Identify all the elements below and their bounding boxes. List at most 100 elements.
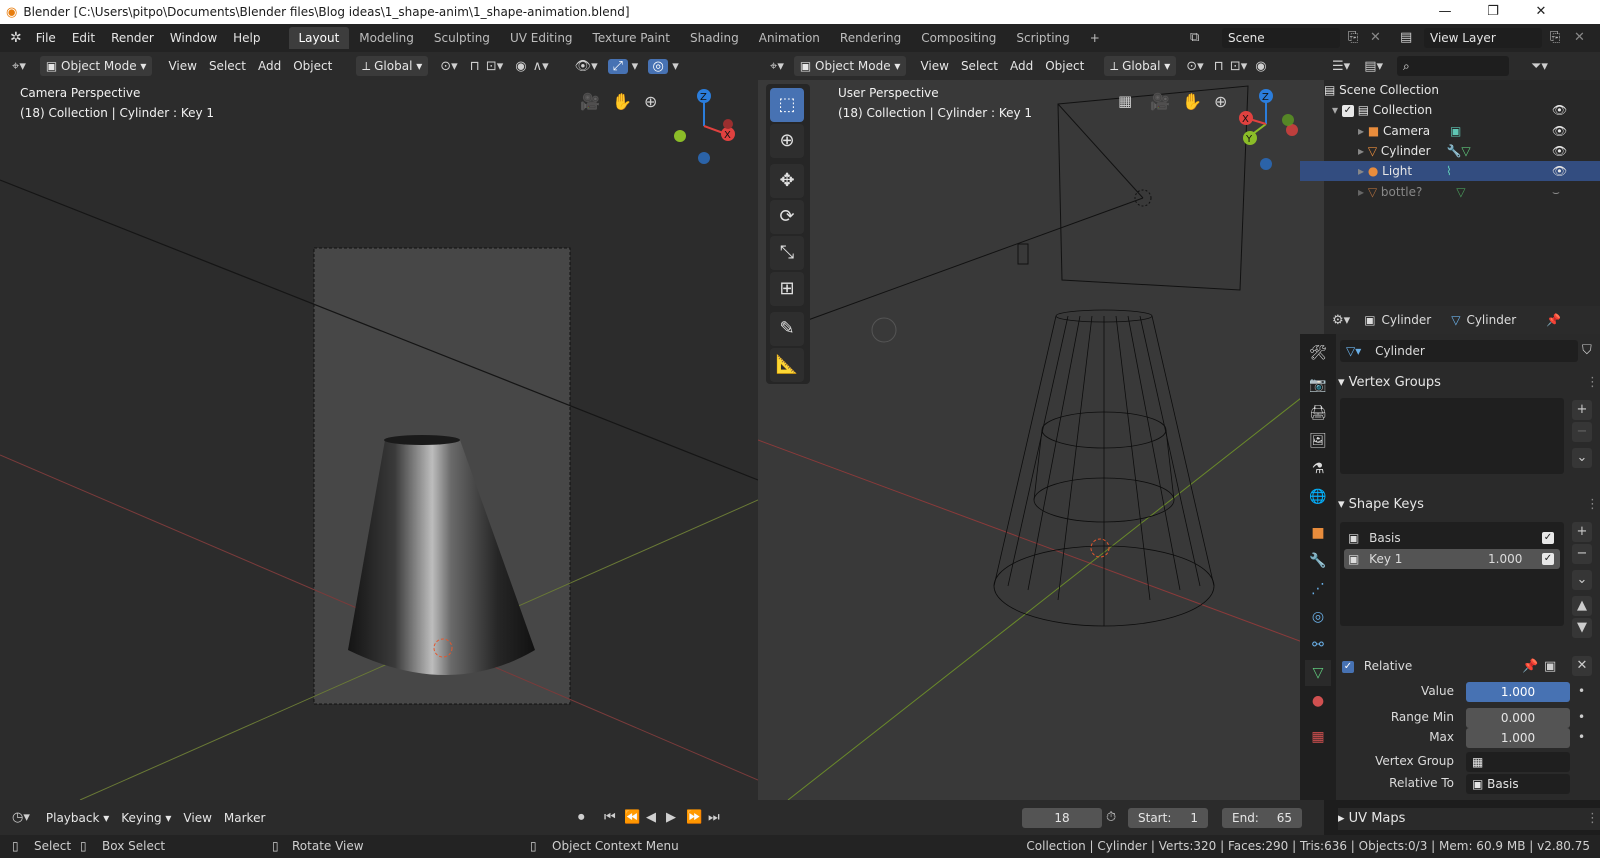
outliner-search-input[interactable]: ⌕ bbox=[1397, 56, 1509, 76]
value-field[interactable]: 1.000 bbox=[1466, 682, 1570, 702]
mesh-data-field[interactable]: ▽▾ Cylinder bbox=[1340, 340, 1578, 362]
menu-help[interactable]: Help bbox=[225, 24, 268, 52]
menu-file[interactable]: File bbox=[28, 24, 64, 52]
close-button[interactable]: ✕ bbox=[1518, 0, 1564, 24]
remove-scene-icon[interactable]: ✕ bbox=[1370, 30, 1381, 45]
view-layer-icon[interactable]: ▤ bbox=[1400, 30, 1412, 45]
shape-keys-panel-header[interactable]: ▾ Shape Keys bbox=[1338, 494, 1600, 516]
tab-animation[interactable]: Animation bbox=[749, 27, 830, 49]
eye-icon[interactable]: 👁 bbox=[1552, 100, 1567, 120]
tab-compositing[interactable]: Compositing bbox=[911, 27, 1006, 49]
vertex-group-menu-button[interactable]: ⌄ bbox=[1572, 448, 1592, 468]
remove-shape-key-button[interactable]: − bbox=[1572, 544, 1592, 564]
visibility-icon[interactable]: 👁▾ bbox=[575, 59, 598, 74]
vertex-groups-panel-header[interactable]: ▾ Vertex Groups bbox=[1338, 372, 1600, 394]
edit-mode-icon[interactable]: ▣ bbox=[1544, 659, 1556, 674]
fake-user-shield-icon[interactable]: ⛉ bbox=[1582, 343, 1592, 358]
start-frame-field[interactable]: Start: 1 bbox=[1128, 808, 1208, 828]
render-tab-icon[interactable]: 📷 bbox=[1305, 372, 1331, 398]
particles-tab-icon[interactable]: ⋰ bbox=[1305, 576, 1331, 602]
filter-icon[interactable]: ⏷▾ bbox=[1531, 59, 1548, 74]
add-workspace-button[interactable]: + bbox=[1080, 27, 1110, 49]
relative-toggle[interactable]: ✓ Relative bbox=[1342, 656, 1412, 676]
right-camera-view-icon[interactable]: 🎥 bbox=[1150, 92, 1170, 111]
mesh-browse-icon[interactable]: ▽▾ bbox=[1346, 344, 1361, 358]
uv-maps-panel-header[interactable]: ▸ UV Maps bbox=[1338, 808, 1600, 830]
material-tab-icon[interactable]: ● bbox=[1305, 688, 1331, 714]
outliner-row-camera[interactable]: ▸ ■ Camera ▣ 👁 bbox=[1300, 121, 1600, 141]
relative-to-field[interactable]: ▣ Basis bbox=[1466, 774, 1570, 794]
outliner-row-cylinder[interactable]: ▸ ▽ Cylinder 🔧▽ 👁 bbox=[1300, 141, 1600, 161]
eye-icon[interactable]: 👁 bbox=[1552, 141, 1567, 161]
object-tab-icon[interactable]: ■ bbox=[1305, 520, 1331, 546]
timeline-view-menu[interactable]: View bbox=[177, 808, 217, 828]
play-reverse-icon[interactable]: ◀ bbox=[646, 810, 656, 825]
menu-render[interactable]: Render bbox=[103, 24, 162, 52]
range-min-field[interactable]: 0.000 bbox=[1466, 708, 1570, 728]
vertex-groups-list[interactable] bbox=[1340, 398, 1564, 474]
remove-vertex-group-button[interactable]: − bbox=[1572, 422, 1592, 442]
keying-menu[interactable]: Keying ▾ bbox=[115, 808, 177, 828]
eye-icon[interactable]: 👁 bbox=[1552, 121, 1567, 141]
relative-checkbox[interactable]: ✓ bbox=[1342, 660, 1354, 673]
overlay-menu-icon[interactable]: ▾ bbox=[672, 59, 679, 74]
move-shape-key-down-button[interactable]: ▼ bbox=[1572, 618, 1592, 638]
add-shape-key-button[interactable]: + bbox=[1572, 522, 1592, 542]
keyframe-dot-icon[interactable]: • bbox=[1578, 730, 1585, 744]
left-navigation-gizmo[interactable]: Z X bbox=[662, 84, 742, 174]
shape-key-row-key1[interactable]: ▣ Key 1 1.000 ✓ bbox=[1344, 549, 1560, 569]
shape-key-mute-checkbox[interactable]: ✓ bbox=[1542, 532, 1554, 544]
zoom-icon[interactable]: ⊕ bbox=[644, 92, 657, 111]
right-proportional-icon[interactable]: ◉ bbox=[1255, 59, 1266, 74]
cursor-tool[interactable]: ⊕ bbox=[770, 124, 804, 158]
display-mode-icon[interactable]: ▤▾ bbox=[1364, 59, 1383, 74]
right-select-menu[interactable]: Select bbox=[955, 56, 1004, 76]
shape-key-value[interactable]: 1.000 bbox=[1488, 549, 1522, 569]
blender-menu-icon[interactable]: ✲ bbox=[10, 30, 22, 46]
quad-view-icon[interactable]: ▦ bbox=[1118, 92, 1132, 110]
move-tool[interactable]: ✥ bbox=[770, 164, 804, 198]
right-object-menu[interactable]: Object bbox=[1039, 56, 1090, 76]
new-scene-icon[interactable]: ⎘ bbox=[1348, 30, 1358, 45]
hidden-eye-icon[interactable]: ⌣ bbox=[1552, 182, 1560, 202]
outliner-row-collection[interactable]: ▾ ✓ ▤ Collection 👁 bbox=[1300, 100, 1600, 120]
tab-shading[interactable]: Shading bbox=[680, 27, 749, 49]
scene-tab-icon[interactable]: ⚗ bbox=[1305, 456, 1331, 482]
right-pivot-icon[interactable]: ⊙▾ bbox=[1186, 59, 1203, 74]
outliner-row-scene-collection[interactable]: ▤ Scene Collection bbox=[1300, 80, 1600, 100]
tab-sculpting[interactable]: Sculpting bbox=[424, 27, 500, 49]
view-layer-selector[interactable]: View Layer bbox=[1424, 28, 1542, 48]
right-snap-target-icon[interactable]: ⊡▾ bbox=[1230, 59, 1247, 74]
tab-texture-paint[interactable]: Texture Paint bbox=[583, 27, 680, 49]
add-vertex-group-button[interactable]: + bbox=[1572, 400, 1592, 420]
menu-edit[interactable]: Edit bbox=[64, 24, 103, 52]
annotate-tool[interactable]: ✎ bbox=[770, 312, 804, 346]
play-icon[interactable]: ▶ bbox=[666, 810, 676, 825]
jump-start-icon[interactable]: ⏮ bbox=[604, 810, 616, 825]
tab-rendering[interactable]: Rendering bbox=[830, 27, 911, 49]
left-add-menu[interactable]: Add bbox=[252, 56, 287, 76]
camera-view-icon[interactable]: 🎥 bbox=[580, 92, 600, 111]
scene-icon[interactable]: ⧉ bbox=[1190, 30, 1199, 45]
jump-end-icon[interactable]: ⏭ bbox=[708, 810, 720, 825]
properties-editor-icon[interactable]: ⚙▾ bbox=[1332, 313, 1350, 328]
select-box-tool[interactable]: ⬚ bbox=[770, 88, 804, 122]
stopwatch-icon[interactable]: ⏱ bbox=[1106, 810, 1116, 825]
measure-tool[interactable]: 📐 bbox=[770, 348, 804, 382]
left-viewport[interactable]: Camera Perspective (18) Collection | Cyl… bbox=[0, 80, 758, 800]
pivot-icon[interactable]: ⊙▾ bbox=[440, 59, 457, 74]
remove-view-layer-icon[interactable]: ✕ bbox=[1574, 30, 1585, 45]
minimize-button[interactable]: — bbox=[1422, 0, 1468, 24]
current-frame-field[interactable]: 18 bbox=[1022, 808, 1102, 828]
overlay-toggle-icon[interactable]: ◎ bbox=[648, 58, 669, 74]
left-view-menu[interactable]: View bbox=[162, 56, 202, 76]
drag-handle-icon[interactable]: ⋮⋮ bbox=[1586, 811, 1600, 826]
tab-scripting[interactable]: Scripting bbox=[1006, 27, 1079, 49]
right-transform-orientation[interactable]: ⟂ Global ▾ bbox=[1104, 56, 1177, 76]
right-view-menu[interactable]: View bbox=[914, 56, 954, 76]
outliner-row-light[interactable]: ▸ ● Light ⌇ 👁 bbox=[1300, 161, 1600, 181]
marker-menu[interactable]: Marker bbox=[218, 808, 271, 828]
drag-handle-icon[interactable]: ⋮⋮ bbox=[1586, 497, 1600, 512]
shape-key-menu-button[interactable]: ⌄ bbox=[1572, 570, 1592, 590]
next-keyframe-icon[interactable]: ⏩ bbox=[686, 810, 702, 825]
